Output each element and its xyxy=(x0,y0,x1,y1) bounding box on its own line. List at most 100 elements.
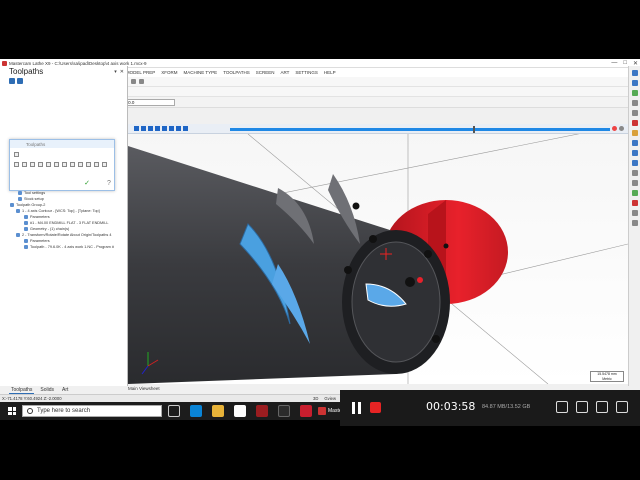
filter-help-icon[interactable] xyxy=(62,162,67,167)
filter-lock-icon[interactable] xyxy=(70,162,75,167)
status-gview[interactable]: Gview xyxy=(324,396,336,401)
hidden-lines-icon[interactable] xyxy=(631,180,638,186)
stop-record-icon[interactable] xyxy=(370,402,381,413)
app-icon[interactable] xyxy=(300,405,312,417)
menu-screen[interactable]: SCREEN xyxy=(256,70,275,75)
iso-view-icon[interactable] xyxy=(631,160,638,166)
hole xyxy=(432,335,440,343)
step-forward-icon[interactable] xyxy=(162,126,167,131)
menu-help[interactable]: HELP xyxy=(324,70,336,75)
filter-move-icon[interactable] xyxy=(94,162,99,167)
taskbar-search-input[interactable]: Type here to search xyxy=(22,405,162,417)
toolpath-file-icon xyxy=(24,245,28,249)
geometry-icon xyxy=(24,227,28,231)
measure-icon[interactable] xyxy=(631,210,638,216)
status-3d[interactable]: 3D xyxy=(313,396,318,401)
filter-geometry-icon[interactable] xyxy=(38,162,43,167)
timer-icon[interactable] xyxy=(576,401,588,413)
viewsheet-tab[interactable]: Main Viewsheet xyxy=(128,386,160,391)
filter-toolpaths-icon[interactable] xyxy=(14,162,19,167)
filter-params-icon[interactable] xyxy=(46,162,51,167)
record-icon[interactable] xyxy=(612,126,617,131)
z-input[interactable]: 0.0 xyxy=(125,99,176,106)
shading-icon[interactable] xyxy=(631,130,638,136)
pause-icon[interactable] xyxy=(352,402,362,414)
menu-art[interactable]: ART xyxy=(280,70,289,75)
gear-icon[interactable] xyxy=(616,401,628,413)
progress-slider[interactable] xyxy=(230,126,610,133)
ok-button[interactable]: ✓ xyxy=(82,180,92,188)
tree-item-label: Toolpath - 79.6.0K - 4 axis work 1.NC - … xyxy=(30,245,114,249)
tab-solids[interactable]: Solids xyxy=(38,387,56,394)
zoom-in-icon[interactable] xyxy=(631,70,638,76)
app-icon[interactable] xyxy=(278,405,290,417)
cursor-coordinates: X:-71.4178 Y:60.4924 Z:-2.0000 xyxy=(2,396,62,401)
help-button[interactable]: ? xyxy=(104,180,114,188)
backplot-playbar xyxy=(128,124,628,134)
fast-forward-icon[interactable] xyxy=(169,126,174,131)
settings-icon[interactable] xyxy=(183,126,188,131)
panel-close-button[interactable]: ✕ xyxy=(120,69,124,75)
expand-icon[interactable] xyxy=(14,152,19,157)
windows-start-icon[interactable] xyxy=(8,407,16,415)
stop-icon[interactable] xyxy=(155,126,160,131)
top-view-icon[interactable] xyxy=(631,140,638,146)
playback-controls xyxy=(134,126,188,131)
menu-machine-type[interactable]: MACHINE TYPE xyxy=(184,70,218,75)
progress-thumb[interactable] xyxy=(473,126,476,133)
camera-icon[interactable] xyxy=(556,401,568,413)
app-icon[interactable] xyxy=(256,405,268,417)
draw-icon[interactable] xyxy=(596,401,608,413)
regenerate-icon[interactable] xyxy=(17,78,23,84)
operations-tree: Tool settings Stock setup Toolpath Group… xyxy=(4,190,126,250)
options-icon[interactable] xyxy=(619,126,624,131)
recorder-tools xyxy=(556,401,628,413)
search-icon xyxy=(27,408,33,414)
wireframe-icon[interactable] xyxy=(631,170,638,176)
filter-tools-icon[interactable] xyxy=(22,162,27,167)
step-back-icon[interactable] xyxy=(141,126,146,131)
zoom-out-icon[interactable] xyxy=(631,80,638,86)
rotate-icon[interactable] xyxy=(631,100,638,106)
tree-item-label: 1 - 4 axis Contour - [WCS: Top] - [Tplan… xyxy=(22,209,100,213)
select-all-icon[interactable] xyxy=(9,78,15,84)
filter-nc-icon[interactable] xyxy=(54,162,59,167)
fit-screen-icon[interactable] xyxy=(631,90,638,96)
clear-colors-icon[interactable] xyxy=(631,120,638,126)
toolpath-filter-dialog: Toolpaths ✓ ? xyxy=(9,139,115,191)
graphics-viewport[interactable]: Iso 15.5478 mm Metric xyxy=(128,124,628,384)
pan-icon[interactable] xyxy=(631,110,638,116)
menu-toolpaths[interactable]: TOOLPATHS xyxy=(223,70,250,75)
minimize-button[interactable]: — xyxy=(611,60,617,67)
attributes-icon[interactable] xyxy=(139,79,144,84)
edge-icon[interactable] xyxy=(190,405,202,417)
filter-toggle-icon[interactable] xyxy=(78,162,83,167)
tab-toolpaths[interactable]: Toolpaths xyxy=(9,387,35,394)
tab-art[interactable]: Art xyxy=(60,387,70,394)
scale-indicator: 15.5478 mm Metric xyxy=(590,371,624,382)
menu-settings[interactable]: SETTINGS xyxy=(295,70,318,75)
view-name-label: Iso xyxy=(135,378,141,383)
menu-xform[interactable]: XFORM xyxy=(161,70,177,75)
front-view-icon[interactable] xyxy=(631,150,638,156)
delete-icon[interactable] xyxy=(631,200,638,206)
pinned-apps xyxy=(168,405,312,417)
task-view-icon[interactable] xyxy=(168,405,180,417)
panel-pin-button[interactable]: ▾ xyxy=(114,69,117,75)
tree-item[interactable]: Toolpath - 79.6.0K - 4 axis work 1.NC - … xyxy=(4,244,126,250)
filter-select-icon[interactable] xyxy=(86,162,91,167)
tool-settings-icon xyxy=(18,191,22,195)
rewind-icon[interactable] xyxy=(134,126,139,131)
menu-model-prep[interactable]: MODEL PREP xyxy=(126,70,155,75)
maximize-button[interactable]: □ xyxy=(623,60,627,67)
levels-icon[interactable] xyxy=(131,79,136,84)
play-icon[interactable] xyxy=(148,126,153,131)
filter-post-icon[interactable] xyxy=(102,162,107,167)
toolpath-toolbar xyxy=(9,78,23,84)
solids-icon[interactable] xyxy=(631,190,638,196)
chrome-icon[interactable] xyxy=(234,405,246,417)
loop-icon[interactable] xyxy=(176,126,181,131)
file-explorer-icon[interactable] xyxy=(212,405,224,417)
filter-ops-icon[interactable] xyxy=(30,162,35,167)
snap-icon[interactable] xyxy=(631,220,638,226)
